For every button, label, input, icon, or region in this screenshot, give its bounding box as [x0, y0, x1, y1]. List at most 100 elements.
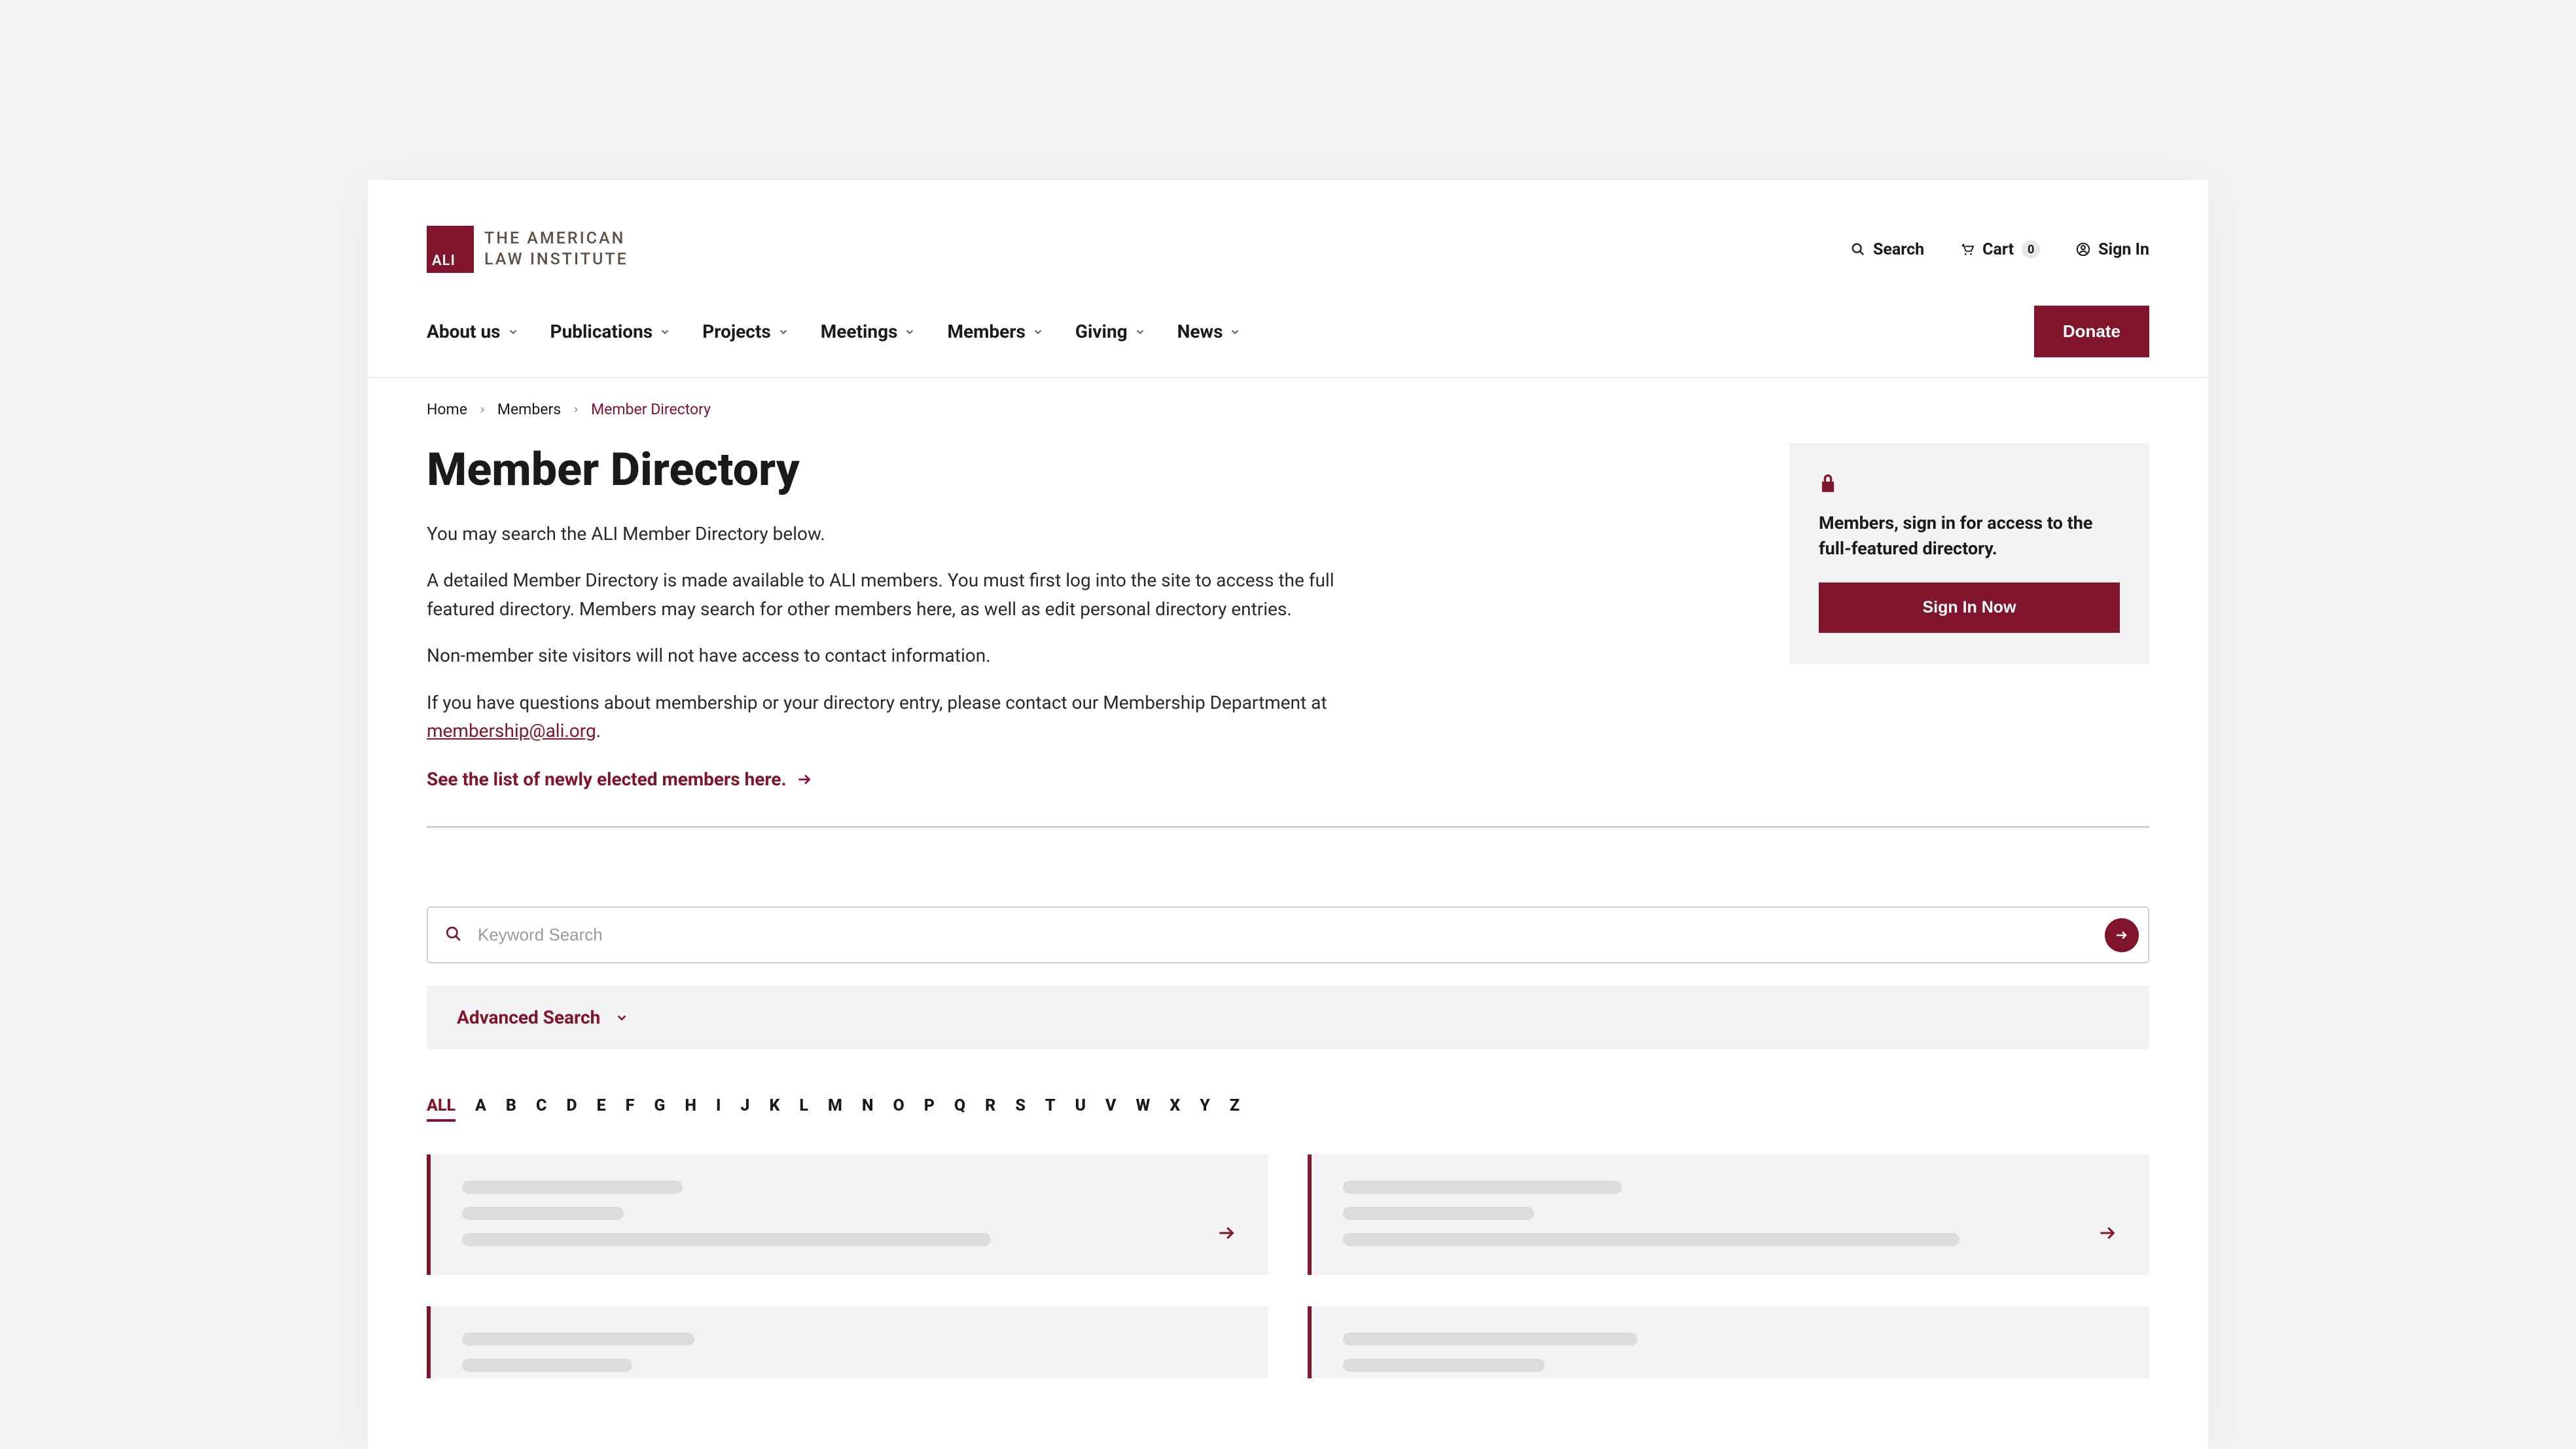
arrow-right-icon: [796, 771, 813, 788]
chevron-down-icon: [778, 326, 789, 338]
search-utility[interactable]: Search: [1851, 240, 1924, 259]
advanced-search-toggle[interactable]: Advanced Search: [427, 986, 2149, 1049]
cart-utility[interactable]: Cart 0: [1960, 240, 2040, 259]
alpha-p[interactable]: P: [924, 1096, 935, 1122]
search-icon: [1851, 242, 1865, 257]
keyword-search-input[interactable]: [478, 914, 2089, 956]
nav-label: About us: [427, 321, 501, 342]
result-card[interactable]: [427, 1306, 1268, 1378]
user-icon: [2076, 242, 2090, 257]
intro-paragraph-3: Non-member site visitors will not have a…: [427, 641, 1363, 670]
logo-line1: THE AMERICAN: [484, 228, 628, 250]
alpha-all[interactable]: ALL: [427, 1096, 456, 1122]
nav-publications[interactable]: Publications: [550, 321, 671, 342]
alpha-y[interactable]: Y: [1200, 1096, 1210, 1122]
signin-utility[interactable]: Sign In: [2076, 240, 2149, 259]
alpha-d[interactable]: D: [566, 1096, 577, 1122]
nav-projects[interactable]: Projects: [702, 321, 789, 342]
alpha-w[interactable]: W: [1136, 1096, 1150, 1122]
nav-label: Publications: [550, 321, 653, 342]
breadcrumb-members[interactable]: Members: [497, 401, 561, 418]
intro-paragraph-4: If you have questions about membership o…: [427, 689, 1363, 745]
alpha-v[interactable]: V: [1105, 1096, 1116, 1122]
alpha-q[interactable]: Q: [954, 1096, 965, 1122]
search-submit-button[interactable]: [2105, 918, 2139, 952]
advanced-search-label: Advanced Search: [457, 1007, 600, 1028]
intro-paragraph-2: A detailed Member Directory is made avai…: [427, 566, 1363, 623]
skeleton-placeholder: [462, 1181, 1196, 1246]
logo-text: THE AMERICAN LAW INSTITUTE: [484, 228, 628, 271]
alpha-h[interactable]: H: [685, 1096, 696, 1122]
logo-line2: LAW INSTITUTE: [484, 249, 628, 271]
intro-paragraph-1: You may search the ALI Member Directory …: [427, 520, 1363, 548]
alpha-a[interactable]: A: [475, 1096, 486, 1122]
nav-giving[interactable]: Giving: [1075, 321, 1146, 342]
result-card[interactable]: [427, 1154, 1268, 1275]
alpha-i[interactable]: I: [716, 1096, 721, 1122]
search-label: Search: [1873, 240, 1924, 259]
alpha-m[interactable]: M: [828, 1096, 842, 1122]
alpha-f[interactable]: F: [626, 1096, 635, 1122]
chevron-right-icon: [571, 405, 581, 414]
alpha-b[interactable]: B: [506, 1096, 516, 1122]
alpha-e[interactable]: E: [597, 1096, 606, 1122]
alpha-r[interactable]: R: [985, 1096, 995, 1122]
result-card[interactable]: [1308, 1306, 2149, 1378]
alpha-filter: ALL A B C D E F G H I J K L M N O P Q R …: [368, 1049, 2208, 1122]
alpha-l[interactable]: L: [799, 1096, 808, 1122]
logo[interactable]: ALI THE AMERICAN LAW INSTITUTE: [427, 226, 628, 273]
chevron-down-icon: [904, 326, 916, 338]
alpha-k[interactable]: K: [769, 1096, 779, 1122]
alpha-t[interactable]: T: [1045, 1096, 1056, 1122]
p4-pre: If you have questions about membership o…: [427, 692, 1327, 713]
nav-label: Giving: [1075, 321, 1128, 342]
signin-now-button[interactable]: Sign In Now: [1819, 582, 2120, 633]
cart-label: Cart: [1982, 240, 2014, 259]
alpha-s[interactable]: S: [1015, 1096, 1026, 1122]
newly-elected-link[interactable]: See the list of newly elected members he…: [427, 768, 813, 790]
page-title: Member Directory: [427, 443, 1698, 497]
main-nav-row: About us Publications Projects Meetings …: [368, 306, 2208, 378]
alpha-o[interactable]: O: [893, 1096, 904, 1122]
breadcrumb-home[interactable]: Home: [427, 401, 467, 418]
cart-count-badge: 0: [2022, 240, 2040, 259]
logo-mark: ALI: [427, 226, 474, 273]
alpha-x[interactable]: X: [1170, 1096, 1180, 1122]
nav-meetings[interactable]: Meetings: [821, 321, 916, 342]
alpha-j[interactable]: J: [740, 1096, 749, 1122]
nav-members[interactable]: Members: [947, 321, 1043, 342]
signin-card: Members, sign in for access to the full-…: [1789, 443, 2149, 664]
result-card[interactable]: [1308, 1154, 2149, 1275]
breadcrumb-current: Member Directory: [591, 401, 711, 418]
membership-email-link[interactable]: membership@ali.org: [427, 720, 596, 742]
chevron-down-icon: [1229, 326, 1241, 338]
nav-about-us[interactable]: About us: [427, 321, 519, 342]
skeleton-placeholder: [1343, 1333, 2118, 1372]
search-icon: [445, 925, 462, 945]
arrow-right-icon: [1216, 1223, 1237, 1246]
alpha-g[interactable]: G: [654, 1096, 665, 1122]
alpha-c[interactable]: C: [536, 1096, 546, 1122]
breadcrumb: Home Members Member Directory: [368, 378, 2208, 430]
skeleton-placeholder: [462, 1333, 1237, 1372]
page: ALI THE AMERICAN LAW INSTITUTE Search Ca…: [368, 180, 2208, 1449]
main-column: Member Directory You may search the ALI …: [427, 443, 1698, 790]
nav-label: Projects: [702, 321, 771, 342]
donate-button[interactable]: Donate: [2034, 306, 2149, 357]
nav-news[interactable]: News: [1177, 321, 1242, 342]
alpha-n[interactable]: N: [862, 1096, 874, 1122]
chevron-down-icon: [659, 326, 671, 338]
chevron-down-icon: [1134, 326, 1146, 338]
alpha-z[interactable]: Z: [1230, 1096, 1240, 1122]
cart-icon: [1960, 242, 1975, 257]
see-link-label: See the list of newly elected members he…: [427, 768, 787, 790]
skeleton-placeholder: [1343, 1181, 2077, 1246]
header-utilities: Search Cart 0 Sign In: [1851, 240, 2149, 259]
alpha-u[interactable]: U: [1075, 1096, 1086, 1122]
nav-label: News: [1177, 321, 1223, 342]
chevron-right-icon: [478, 405, 487, 414]
arrow-right-icon: [2097, 1223, 2118, 1246]
p4-post: .: [596, 720, 601, 742]
search-bar: [427, 906, 2149, 963]
header-top: ALI THE AMERICAN LAW INSTITUTE Search Ca…: [368, 180, 2208, 306]
